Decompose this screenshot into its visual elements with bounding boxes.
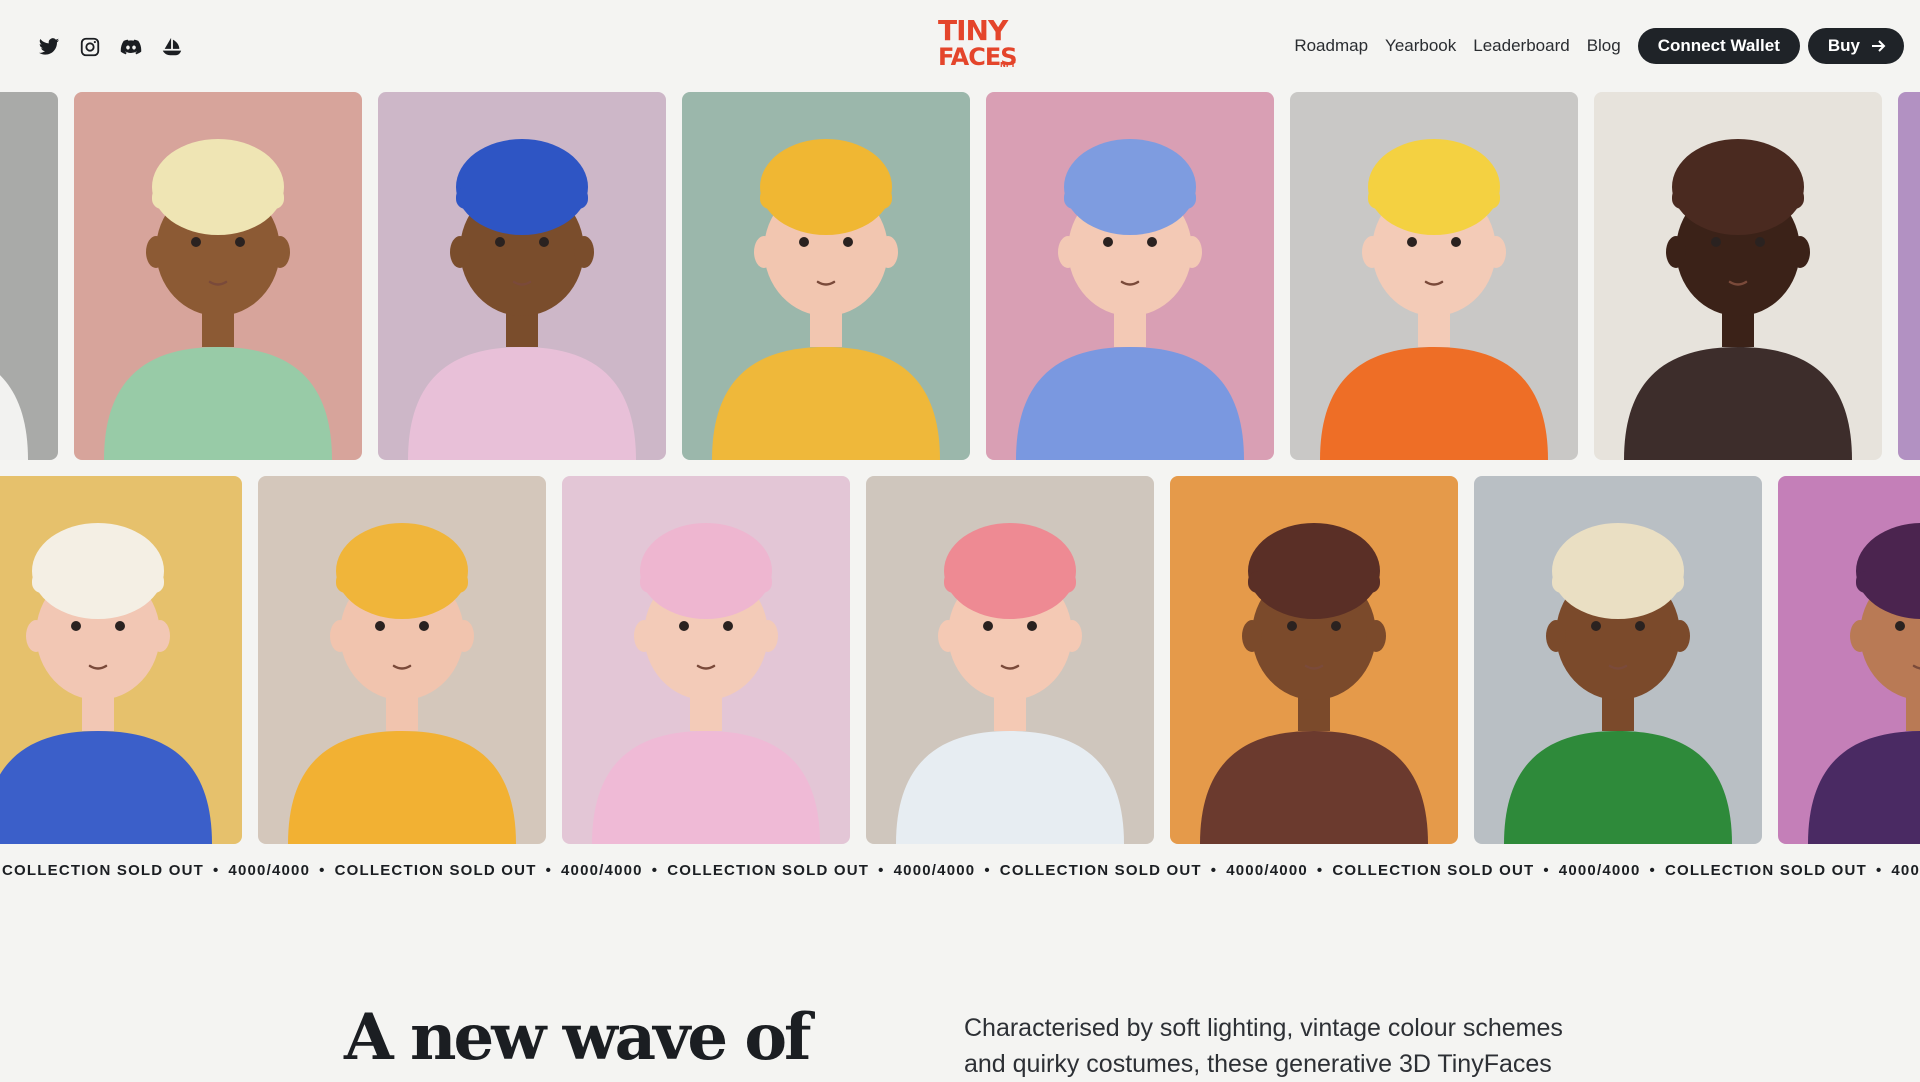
ticker-separator: • (1316, 862, 1324, 879)
connect-wallet-button[interactable]: Connect Wallet (1637, 28, 1800, 64)
discord-icon[interactable] (119, 35, 142, 58)
nav-roadmap[interactable]: Roadmap (1294, 36, 1368, 56)
opensea-icon[interactable] (160, 35, 183, 58)
section-blurb: Characterised by soft lighting, vintage … (964, 1014, 1563, 1078)
instagram-icon[interactable] (78, 35, 101, 58)
ticker-count-text: 4000/4000 (1226, 862, 1308, 879)
nft-card-beanie-yellow[interactable] (682, 92, 970, 460)
nft-card-beanie-pink[interactable] (866, 476, 1154, 844)
nft-card-chef[interactable] (74, 92, 362, 460)
ticker-sold-out-text: COLLECTION SOLD OUT (1664, 862, 1867, 879)
ticker-sold-out-text: COLLECTION SOLD OUT (334, 862, 537, 879)
nft-card-baker[interactable] (1170, 476, 1458, 844)
gallery-row-1 (0, 92, 1920, 460)
ticker-count-text: 4000/4000 (1891, 862, 1920, 879)
nft-card-bear-hat[interactable] (1290, 92, 1578, 460)
nft-card-purple-partial[interactable] (1778, 476, 1920, 844)
nft-card-clown[interactable] (986, 92, 1274, 460)
ticker-separator: • (878, 862, 885, 879)
nft-card-safari[interactable] (1474, 476, 1762, 844)
nav-yearbook[interactable]: Yearbook (1385, 36, 1456, 56)
logo-nft-badge: NFT (1000, 61, 1016, 69)
nft-card-fedora-mask[interactable] (378, 92, 666, 460)
sold-out-ticker: COLLECTION SOLD OUT • 4000/4000 • COLLECTION… (0, 862, 1920, 886)
ticker-separator: • (319, 862, 326, 879)
ticker-separator: • (1875, 862, 1883, 879)
section-headline: A new wave of (344, 1000, 812, 1075)
ticker-sold-out-text: COLLECTION SOLD OUT (667, 862, 870, 879)
nft-card-sailor[interactable] (562, 476, 850, 844)
nft-card-confetti[interactable] (1594, 92, 1882, 460)
ticker-separator: • (651, 862, 659, 879)
ticker-separator: • (545, 862, 553, 879)
tiny-faces-logo[interactable]: TINY FACES NFT (938, 14, 1018, 74)
buy-label: Buy (1827, 36, 1860, 55)
ticker-sold-out-text: COLLECTION SOLD OUT (2, 862, 204, 879)
connect-wallet-label: Connect Wallet (1657, 36, 1780, 55)
ticker-track: COLLECTION SOLD OUT • 4000/4000 • COLLECTION… (2, 862, 1920, 879)
ticker-separator: • (1543, 862, 1550, 879)
ticker-separator: • (1210, 862, 1218, 879)
nft-card-cap-blue[interactable] (0, 476, 242, 844)
ticker-separator: • (212, 862, 220, 879)
ticker-count-text: 4000/4000 (1558, 862, 1641, 879)
arrow-right-icon (1870, 38, 1886, 54)
ticker-separator: • (1649, 862, 1656, 879)
twitter-icon[interactable] (37, 35, 60, 58)
ticker-sold-out-text: COLLECTION SOLD OUT (1332, 862, 1535, 879)
ticker-sold-out-text: COLLECTION SOLD OUT (999, 862, 1202, 879)
ticker-count-text: 4000/4000 (893, 862, 976, 879)
nft-card-violet-partial[interactable] (1898, 92, 1920, 460)
ticker-count-text: 4000/4000 (561, 862, 643, 879)
ticker-count-text: 4000/4000 (228, 862, 311, 879)
ticker-separator: • (984, 862, 991, 879)
nav-leaderboard[interactable]: Leaderboard (1473, 36, 1569, 56)
nav-blog[interactable]: Blog (1587, 36, 1621, 56)
main-nav: Roadmap Yearbook Leaderboard Blog Connec… (1294, 28, 1904, 64)
nft-card-propeller[interactable] (258, 476, 546, 844)
buy-button[interactable]: Buy (1807, 28, 1904, 64)
gallery-row-2 (0, 476, 1920, 844)
site-header: TINY FACES NFT Roadmap Yearbook Leaderbo… (0, 0, 1920, 92)
social-links (37, 35, 183, 58)
logo-line1: TINY (938, 14, 1008, 47)
nft-card-grey-partial[interactable] (0, 92, 58, 460)
